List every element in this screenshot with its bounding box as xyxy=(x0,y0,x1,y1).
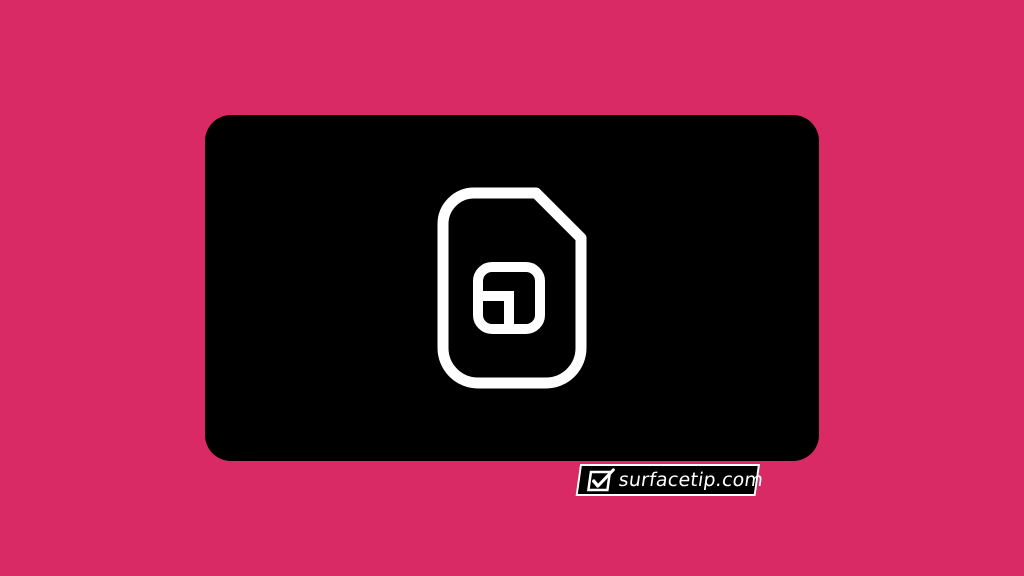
page-background: { "colors": { "background": "#d92a66", "… xyxy=(0,0,1024,576)
icon-card xyxy=(205,115,819,461)
watermark: surfacetip.com xyxy=(571,462,765,500)
sim-card-outline xyxy=(437,187,587,389)
checkbox-check-icon xyxy=(586,468,615,492)
watermark-text: surfacetip.com xyxy=(617,469,765,491)
sim-card-icon xyxy=(437,187,587,389)
watermark-box: surfacetip.com xyxy=(575,464,765,496)
